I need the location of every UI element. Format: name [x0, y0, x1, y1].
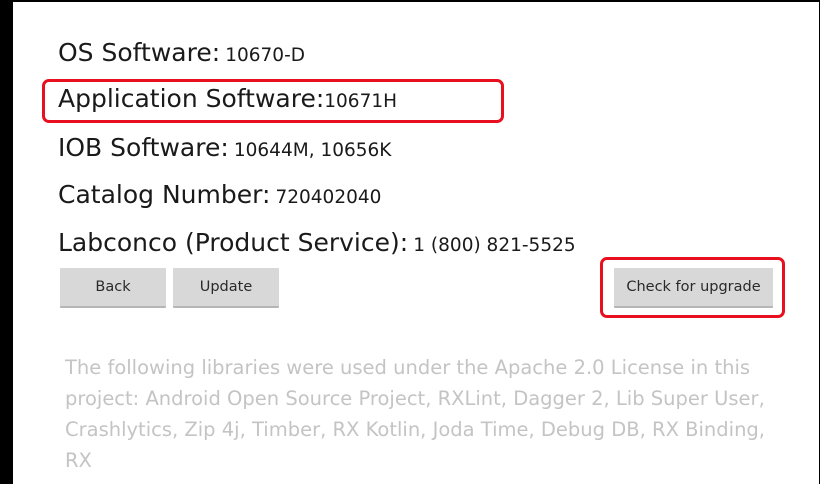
product-service-row: Labconco (Product Service): 1 (800) 821-… [58, 230, 576, 256]
license-text: The following libraries were used under … [65, 356, 766, 472]
back-button[interactable]: Back [60, 268, 166, 308]
catalog-number-label: Catalog Number: [58, 180, 271, 209]
catalog-number-row: Catalog Number: 720402040 [58, 182, 381, 208]
check-for-upgrade-highlight [600, 257, 785, 318]
product-service-label: Labconco (Product Service): [58, 228, 409, 257]
os-software-row: OS Software: 10670-D [58, 40, 305, 66]
catalog-number-value: 720402040 [275, 187, 382, 208]
application-software-highlight [42, 79, 504, 123]
os-software-value: 10670-D [225, 45, 305, 66]
product-service-value: 1 (800) 821-5525 [413, 235, 576, 256]
update-button[interactable]: Update [173, 268, 279, 308]
iob-software-label: IOB Software: [58, 133, 229, 162]
about-panel: OS Software: 10670-D Application Softwar… [13, 0, 819, 484]
iob-software-row: IOB Software: 10644M, 10656K [58, 135, 391, 161]
iob-software-value: 10644M, 10656K [233, 140, 392, 161]
os-software-label: OS Software: [58, 38, 221, 67]
